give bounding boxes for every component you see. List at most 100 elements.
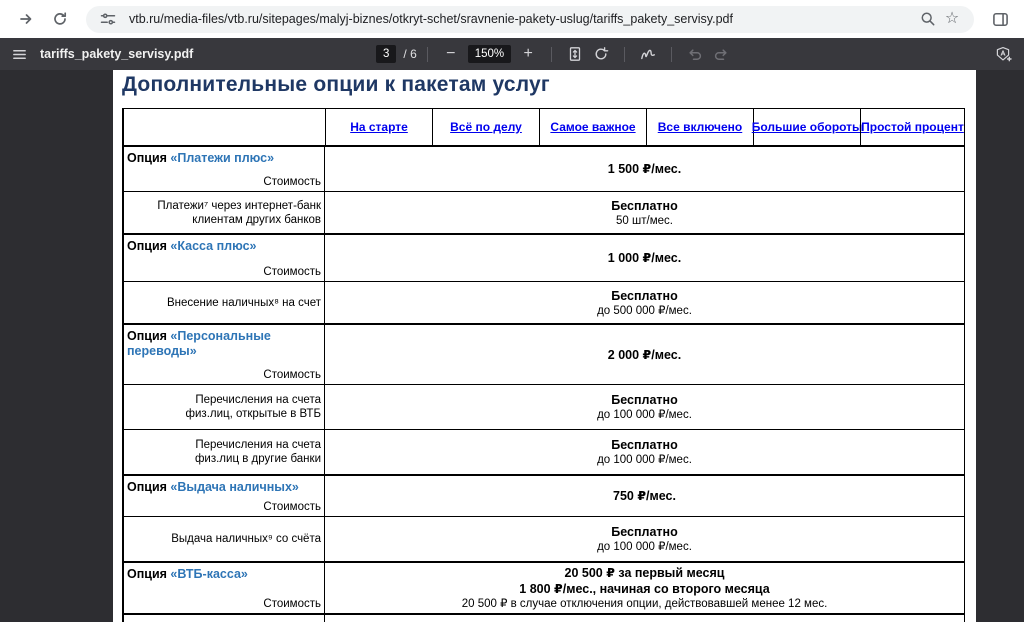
divider [427,47,428,62]
cost-label: Стоимость [127,598,321,610]
table-row: Опция «Персональные переводы»Стоимость2 … [124,323,964,384]
package-link[interactable]: На старте [350,120,408,134]
table-row: Перечисления на счетафиз.лиц, открытые в… [124,384,964,429]
column-header-3: Самое важное [539,109,646,145]
row-label-line: Выдача наличных⁹ со счёта [127,532,321,546]
zoom-in-button[interactable]: + [515,41,541,67]
page-total-label: / 6 [403,47,416,61]
page-number-input[interactable]: 3 [376,45,396,63]
row-label-line: клиентам других банков [127,213,321,227]
row-label-line: Перечисления на счета [127,438,321,452]
option-link[interactable]: «Выдача наличных» [170,480,298,494]
option-link[interactable]: «ВТБ-касса» [170,567,247,581]
option-link[interactable]: «Платежи плюс» [170,151,274,165]
zoom-level-input[interactable]: 150% [468,45,511,63]
package-link[interactable]: Простой процент [861,120,964,134]
value-line: 1 500 ₽/мес. [608,161,681,177]
pdf-toolbar: tariffs_pakety_servisy.pdf 3 / 6 − 150% … [0,38,1024,70]
value-cell: Бесплатнодо 100 000 ₽/мес. [325,517,964,561]
option-prefix: Опция [127,480,170,494]
rotate-button[interactable] [588,41,614,67]
value-line: 750 ₽/мес. [613,488,676,504]
package-link[interactable]: Самое важное [550,120,635,134]
table-row: Платежи⁷ через интернет-банкклиентам дру… [124,191,964,233]
bookmark-star-icon[interactable]: ☆ [940,7,964,31]
document-title: Дополнительные опции к пакетам услуг [122,73,550,97]
row-label-line: Платежи⁷ через интернет-банк [127,199,321,213]
table-row: Опция «Выдача наличных»Стоимость750 ₽/ме… [124,474,964,516]
row-label-line: Внесение наличных⁸ на счет [127,296,321,310]
option-prefix: Опция [127,329,170,343]
side-panel-icon[interactable] [986,5,1014,33]
pdf-controls: 3 / 6 − 150% + [376,38,734,70]
value-cell: 20 500 ₽ за первый месяц1 800 ₽/мес., на… [325,563,964,613]
option-title: Опция «Выдача наличных» [127,480,321,495]
divider [671,47,672,62]
option-title: Опция «Касса плюс» [127,239,321,254]
value-line: 20 500 ₽ за первый месяц [565,565,725,581]
table-row: Выдача наличных⁹ со счёта Бесплатнодо 100… [124,516,964,561]
refresh-icon [52,11,68,27]
package-link[interactable]: Всё по делу [450,120,522,134]
pdf-filename: tariffs_pakety_servisy.pdf [40,47,193,61]
cost-label: Стоимость [127,176,321,188]
undo-button[interactable] [682,41,708,67]
table-row: Опция «ВТБ-касса» Стоимость 20 500 ₽ за пе… [124,561,964,613]
column-header-6: Простой процент [860,109,964,145]
forward-arrow-icon [18,11,34,27]
value-cell: 1 500 ₽/мес. [325,147,964,191]
table-row [124,613,964,622]
divider [551,47,552,62]
table-row: Опция «Касса плюс»Стоимость 1 000 ₽/мес. [124,233,964,281]
table-row: Опция «Платежи плюс»Стоимость1 500 ₽/мес… [124,145,964,191]
value-line: 1 000 ₽/мес. [608,250,681,266]
value-cell: 2 000 ₽/мес. [325,325,964,384]
package-link[interactable]: Все включено [658,120,743,134]
value-line: Бесплатно [611,437,677,453]
site-info-icon[interactable] [96,7,120,31]
zoom-out-button[interactable]: − [438,41,464,67]
package-link[interactable]: Большие обороты [752,120,863,134]
option-label-cell: Опция «Касса плюс»Стоимость [124,235,325,281]
table-body: Опция «Платежи плюс» Стоимость 1 500 ₽/мес… [124,145,964,622]
empty-label-cell [124,615,325,622]
value-cell: 750 ₽/мес. [325,476,964,516]
column-header-2: Всё по делу [432,109,539,145]
option-label-cell: Опция «Платежи плюс»Стоимость [124,147,325,191]
row-label-cell: Платежи⁷ через интернет-банкклиентам дру… [124,192,325,233]
open-in-acrobat-button[interactable] [990,41,1016,67]
zoom-indicator-icon[interactable] [916,7,940,31]
annotate-pen-icon [640,46,657,63]
divider [624,47,625,62]
fit-page-icon [567,46,583,62]
value-cell: Бесплатнодо 500 000 ₽/мес. [325,282,964,323]
address-bar[interactable]: vtb.ru/media-files/vtb.ru/sitepages/maly… [86,6,974,33]
value-cell: Бесплатнодо 100 000 ₽/мес. [325,385,964,429]
pdf-viewer-area[interactable]: Дополнительные опции к пакетам услуг На … [0,70,1024,622]
value-line: до 100 000 ₽/мес. [597,540,692,554]
value-line: 20 500 ₽ в случае отключения опции, дейс… [462,597,828,611]
refresh-button[interactable] [46,5,74,33]
rotate-icon [593,46,609,62]
pdf-page: Дополнительные опции к пакетам услуг На … [113,70,976,622]
row-label-cell: Внесение наличных⁸ на счет [124,282,325,323]
value-line: до 500 000 ₽/мес. [597,304,692,318]
annotate-button[interactable] [635,41,661,67]
acrobat-icon [995,46,1012,63]
forward-button[interactable] [12,5,40,33]
option-prefix: Опция [127,239,170,253]
value-cell: Бесплатнодо 100 000 ₽/мес. [325,430,964,474]
fit-page-button[interactable] [562,41,588,67]
option-link[interactable]: «Касса плюс» [170,239,256,253]
value-cell: 1 000 ₽/мес. [325,235,964,281]
url-text[interactable]: vtb.ru/media-files/vtb.ru/sitepages/maly… [129,12,916,26]
value-line: Бесплатно [611,288,677,304]
option-label-cell: Опция «ВТБ-касса» Стоимость [124,563,325,613]
redo-button[interactable] [708,41,734,67]
option-title: Опция «ВТБ-касса» [127,567,321,582]
option-title: Опция «Персональные переводы» [127,329,321,359]
table-row: Перечисления на счетафиз.лиц в другие ба… [124,429,964,474]
value-line: 50 шт/мес. [616,214,673,228]
pdf-menu-icon[interactable] [6,41,32,67]
value-cell [325,615,964,622]
